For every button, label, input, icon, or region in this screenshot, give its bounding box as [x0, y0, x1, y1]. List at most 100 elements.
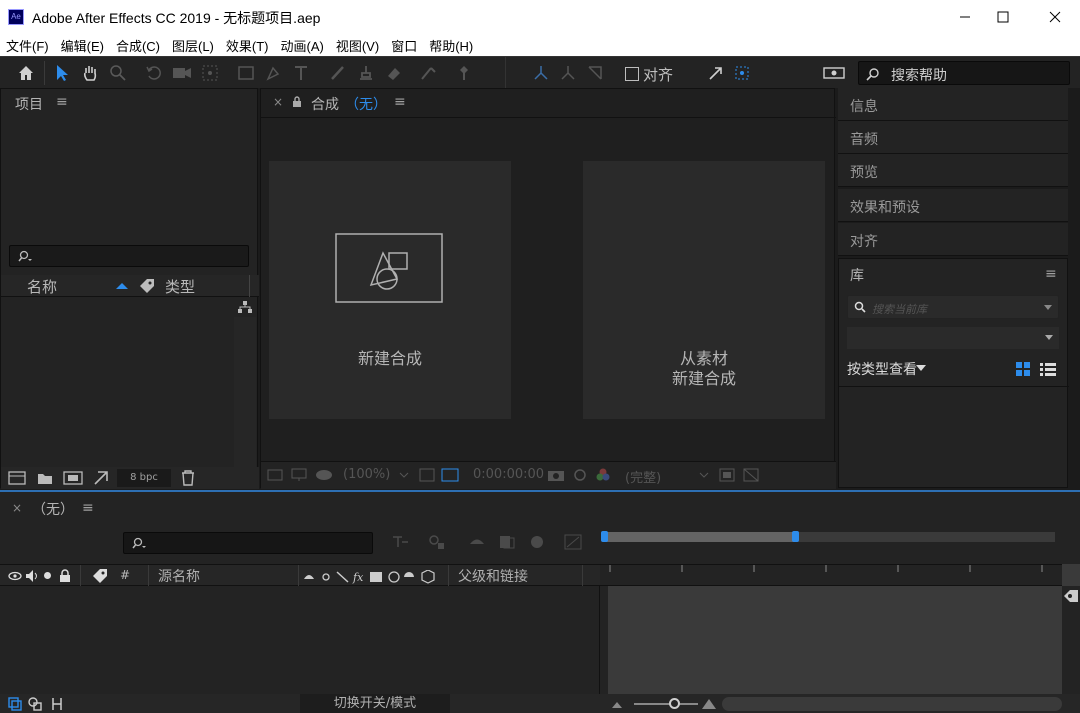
zoom-in-mountain-icon[interactable] — [702, 697, 716, 709]
audio-speaker-icon[interactable] — [25, 569, 39, 583]
zoom-out-mountain-icon[interactable] — [612, 700, 622, 708]
snapping-checkbox[interactable] — [625, 67, 639, 81]
menu-effect[interactable]: 效果(T) — [226, 36, 269, 55]
work-area-start-handle[interactable] — [601, 531, 608, 542]
libraries-panel-title[interactable]: 库 — [850, 265, 864, 285]
interpret-footage-icon[interactable] — [7, 471, 27, 485]
show-snapshot-icon[interactable] — [571, 468, 589, 482]
label-tag-icon[interactable] — [139, 278, 155, 294]
trash-icon[interactable] — [181, 470, 195, 486]
selection-tool[interactable] — [52, 63, 72, 83]
menu-edit[interactable]: 编辑(E) — [61, 36, 104, 55]
clone-stamp-tool[interactable] — [356, 63, 376, 83]
zoom-tool[interactable] — [108, 63, 128, 83]
maximize-button[interactable] — [980, 0, 1026, 34]
lock-icon[interactable] — [291, 96, 303, 108]
close-button[interactable] — [1032, 0, 1078, 34]
new-composition-card[interactable]: 新建合成 — [269, 161, 511, 419]
rotation-tool[interactable] — [144, 63, 164, 83]
new-folder-icon[interactable] — [37, 471, 53, 485]
always-preview-icon[interactable] — [267, 468, 283, 482]
project-settings-icon[interactable] — [93, 470, 109, 486]
new-composition-icon[interactable] — [63, 470, 83, 486]
world-axis-mode[interactable] — [558, 63, 578, 83]
composition-tab-none[interactable]: （无） — [345, 94, 387, 114]
info-panel-tab[interactable]: 信息 — [838, 88, 1068, 121]
lock-icon[interactable] — [59, 569, 71, 582]
panel-menu-icon[interactable]: ≡ — [56, 94, 68, 110]
composition-mini-flowchart-icon[interactable] — [392, 534, 410, 550]
snapshot-camera-icon[interactable] — [547, 468, 565, 482]
label-tag-icon[interactable] — [92, 568, 108, 584]
frame-blending-icon[interactable] — [498, 534, 516, 550]
transfer-controls-pane-icon[interactable] — [28, 697, 42, 711]
mask-visibility-icon[interactable] — [315, 468, 333, 482]
menu-window[interactable]: 窗口 — [391, 36, 417, 55]
pan-behind-tool[interactable] — [200, 63, 220, 83]
library-select-dropdown[interactable] — [847, 327, 1059, 349]
video-eye-icon[interactable] — [8, 570, 22, 582]
current-time-display[interactable]: 0:00:00:00 — [473, 467, 544, 482]
zoom-slider-track[interactable] — [634, 703, 698, 705]
help-search-field[interactable]: 搜索帮助 — [858, 61, 1070, 85]
eraser-tool[interactable] — [384, 63, 404, 83]
menu-help[interactable]: 帮助(H) — [429, 36, 473, 55]
work-area-end-handle[interactable] — [792, 531, 799, 542]
snap-edge-button[interactable] — [706, 63, 726, 83]
in-out-pane-icon[interactable] — [50, 697, 64, 711]
menu-layer[interactable]: 图层(L) — [172, 36, 214, 55]
time-ruler[interactable] — [600, 564, 1062, 586]
list-view-icon[interactable] — [1040, 362, 1056, 376]
new-comp-from-footage-card[interactable]: 从素材 新建合成 — [583, 161, 825, 419]
layer-number-header[interactable]: # — [120, 568, 130, 582]
menu-animation[interactable]: 动画(A) — [281, 36, 324, 55]
local-axis-mode[interactable] — [531, 63, 551, 83]
motion-blur-icon[interactable] — [528, 534, 546, 550]
solo-dot-icon[interactable] — [44, 572, 51, 579]
bit-depth-button[interactable]: 8 bpc — [117, 469, 171, 487]
toggle-switches-modes-button[interactable]: 切换开关/模式 — [300, 694, 450, 713]
library-search-input[interactable]: 搜索当前库 — [847, 295, 1059, 319]
align-panel-tab[interactable]: 对齐 — [838, 223, 1068, 256]
menu-view[interactable]: 视图(V) — [336, 36, 379, 55]
work-area-bar[interactable] — [605, 532, 795, 542]
timeline-horizontal-scrollbar[interactable] — [722, 697, 1062, 711]
toggle-transparency-icon[interactable] — [743, 468, 759, 482]
hand-tool[interactable] — [80, 63, 100, 83]
effects-presets-panel-tab[interactable]: 效果和预设 — [838, 189, 1068, 222]
menu-composition[interactable]: 合成(C) — [116, 36, 160, 55]
comp-marker-bin-icon[interactable] — [1062, 588, 1080, 604]
color-channels-icon[interactable] — [595, 467, 611, 483]
view-axis-mode[interactable] — [585, 63, 605, 83]
layer-switches-pane-icon[interactable] — [8, 697, 22, 711]
rectangle-tool[interactable] — [236, 63, 256, 83]
transparency-grid-icon[interactable] — [441, 468, 459, 482]
graph-editor-icon[interactable] — [564, 534, 582, 550]
display-icon[interactable] — [291, 468, 307, 482]
preview-panel-tab[interactable]: 预览 — [838, 154, 1068, 187]
menu-file[interactable]: 文件(F) — [6, 36, 49, 55]
sort-ascending-icon[interactable] — [115, 282, 129, 290]
project-search-input[interactable] — [9, 245, 249, 267]
audio-panel-tab[interactable]: 音频 — [838, 121, 1068, 154]
view-by-type-dropdown[interactable]: 按类型查看 — [847, 359, 917, 379]
close-tab-icon[interactable]: × — [12, 501, 22, 515]
puppet-tool[interactable] — [454, 63, 474, 83]
type-tool[interactable] — [292, 63, 312, 83]
timeline-search-input[interactable] — [123, 532, 373, 554]
panel-menu-icon[interactable]: ≡ — [394, 94, 406, 110]
project-panel-title[interactable]: 项目 — [15, 94, 43, 114]
resolution-dropdown[interactable]: (完整) — [625, 467, 661, 486]
draft-3d-icon[interactable] — [428, 534, 446, 550]
column-name-header[interactable]: 名称 — [27, 276, 57, 297]
home-button[interactable] — [16, 63, 36, 83]
composition-tab-label[interactable]: 合成 — [311, 94, 339, 114]
pen-tool[interactable] — [264, 63, 284, 83]
roto-brush-tool[interactable] — [420, 63, 440, 83]
timeline-zoom-control[interactable] — [1062, 564, 1080, 586]
snap-target-button[interactable] — [732, 63, 752, 83]
parent-link-header[interactable]: 父级和链接 — [458, 566, 528, 586]
close-tab-icon[interactable]: × — [273, 95, 283, 109]
region-of-interest-icon[interactable] — [719, 468, 735, 482]
workspace-switch-button[interactable] — [822, 63, 846, 83]
